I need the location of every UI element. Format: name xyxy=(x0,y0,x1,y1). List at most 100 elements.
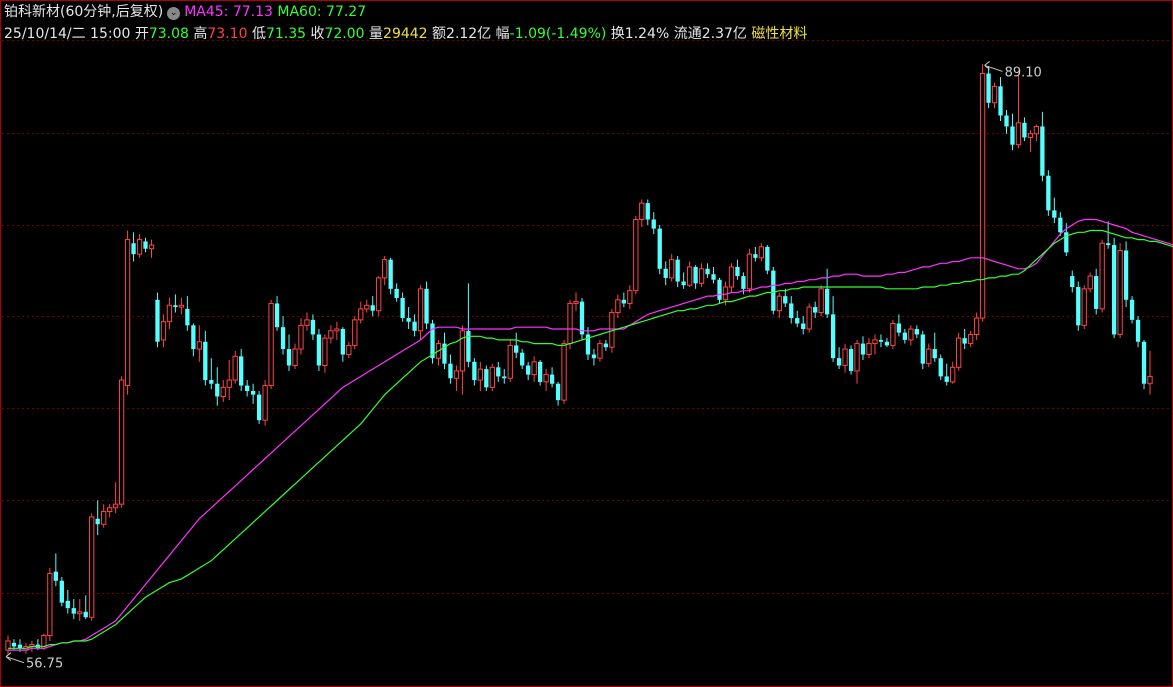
candle-body xyxy=(537,361,543,382)
candle xyxy=(932,332,937,362)
candle xyxy=(496,361,501,382)
candle-body xyxy=(956,337,962,368)
candle-body xyxy=(950,366,956,383)
candle xyxy=(178,297,185,315)
candle-body xyxy=(1076,287,1081,326)
candle xyxy=(1135,316,1141,348)
candle xyxy=(950,361,956,384)
candle-body xyxy=(908,328,914,341)
candle-body xyxy=(268,302,274,387)
candle xyxy=(555,381,561,406)
candle-body xyxy=(801,323,806,329)
candle xyxy=(645,199,650,225)
candle xyxy=(728,263,735,293)
candle xyxy=(262,380,268,426)
candle xyxy=(274,296,280,331)
candle xyxy=(442,332,447,370)
candle-body xyxy=(256,394,262,421)
candle xyxy=(322,334,328,373)
candle xyxy=(209,358,214,390)
candle xyxy=(1141,339,1147,390)
candle xyxy=(77,599,83,621)
candle xyxy=(268,299,274,390)
candle-body xyxy=(746,253,753,290)
candle-body xyxy=(591,354,597,359)
candle xyxy=(118,376,125,508)
candle xyxy=(657,224,662,275)
candle-body xyxy=(292,348,298,366)
candle-body xyxy=(962,338,967,344)
candle xyxy=(196,325,202,362)
candle-body xyxy=(693,266,698,284)
candle-body xyxy=(633,219,639,292)
candle xyxy=(753,246,758,262)
candle-body xyxy=(370,305,375,311)
candle xyxy=(902,328,908,344)
candle xyxy=(890,319,896,350)
candle-body xyxy=(131,243,136,255)
candle-body xyxy=(866,343,872,356)
candle xyxy=(603,339,609,351)
candle xyxy=(771,266,776,315)
candle-body xyxy=(783,296,788,304)
candle xyxy=(292,343,298,370)
candle xyxy=(585,327,591,360)
candle xyxy=(1094,268,1099,315)
candle xyxy=(352,316,358,350)
candle-body xyxy=(698,268,705,284)
candle-body xyxy=(148,244,155,250)
candle xyxy=(1070,270,1075,293)
candle-body xyxy=(651,219,656,229)
candle xyxy=(191,323,196,357)
candle-body xyxy=(53,571,58,581)
candle-body xyxy=(526,365,531,375)
candle-body xyxy=(304,319,310,326)
max-arrow-icon xyxy=(984,61,1003,72)
candle xyxy=(884,338,890,348)
candle xyxy=(1087,272,1093,293)
candle xyxy=(400,292,405,322)
candle xyxy=(394,283,399,302)
candle-body xyxy=(502,376,507,379)
candle xyxy=(914,325,919,339)
candle xyxy=(215,367,220,406)
candle-body xyxy=(543,374,549,383)
candle-body xyxy=(196,341,202,350)
candle-body xyxy=(412,321,417,331)
candle xyxy=(896,314,902,337)
candle xyxy=(382,256,388,286)
min-arrow-icon xyxy=(5,652,25,664)
candle xyxy=(406,307,411,329)
candle xyxy=(316,328,322,371)
candle xyxy=(836,347,842,370)
candle-body xyxy=(310,319,316,335)
candle-body xyxy=(824,288,830,315)
moving-averages xyxy=(8,218,1173,651)
candle-body xyxy=(352,319,358,346)
candle xyxy=(663,261,668,286)
candle-body xyxy=(896,323,902,333)
candle xyxy=(789,296,794,324)
candle-body xyxy=(83,611,88,618)
candle-body xyxy=(1046,175,1051,211)
candle-body xyxy=(549,374,555,384)
candle xyxy=(717,277,722,304)
candle-body xyxy=(507,344,513,379)
candle-body xyxy=(1141,341,1147,384)
candle-body xyxy=(657,228,662,269)
candle-body xyxy=(191,325,196,350)
candle xyxy=(1123,241,1129,308)
candle xyxy=(1004,110,1009,134)
candle-body xyxy=(567,302,573,345)
candle-body xyxy=(795,318,800,324)
candle xyxy=(818,285,824,317)
candle-body xyxy=(89,516,95,618)
candle xyxy=(53,553,58,587)
candle xyxy=(1015,73,1022,149)
candle-body xyxy=(639,202,645,221)
extreme-annotations: 89.10 56.75 xyxy=(5,61,1042,672)
candle-body xyxy=(520,352,525,366)
candle-body xyxy=(830,314,836,359)
candle xyxy=(776,292,782,319)
candle-body xyxy=(274,303,280,328)
